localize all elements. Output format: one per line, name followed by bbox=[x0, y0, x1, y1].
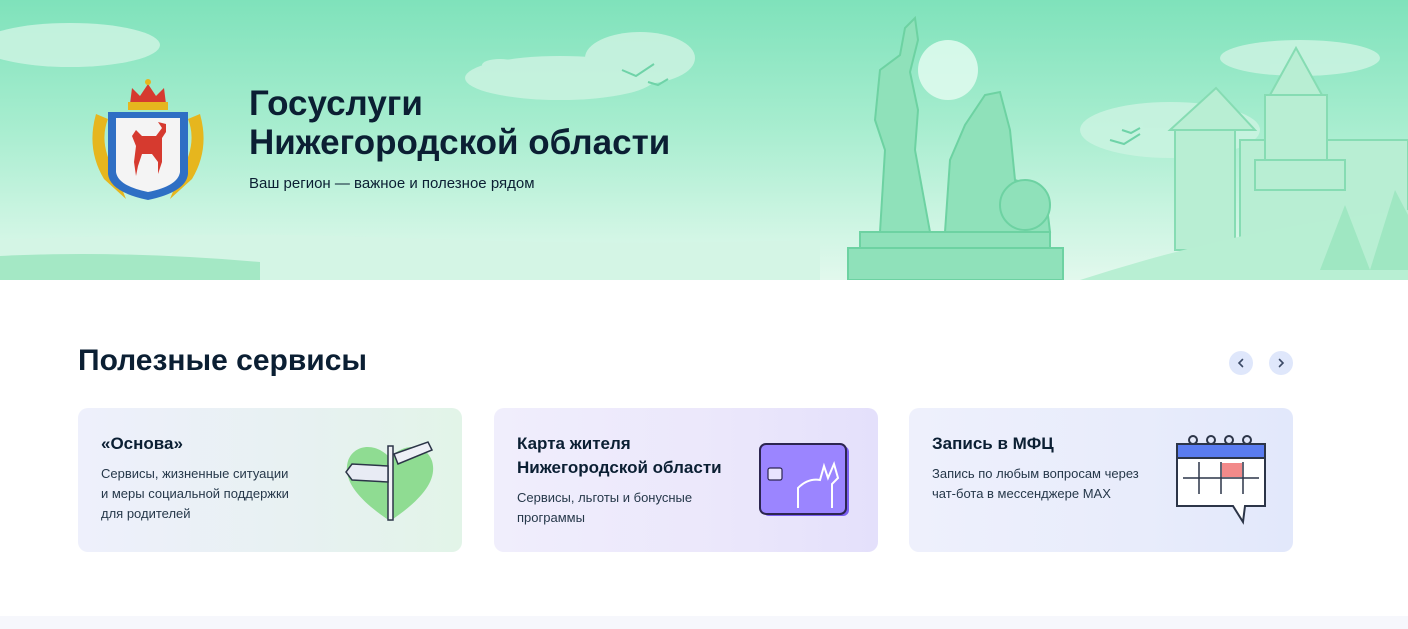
resident-card-icon bbox=[759, 443, 849, 516]
carousel-prev-button[interactable] bbox=[1229, 351, 1253, 375]
service-card-osnova[interactable]: «Основа» Сервисы, жизненные ситуации и м… bbox=[78, 408, 462, 552]
coat-of-arms-icon bbox=[92, 79, 204, 200]
hero-subtitle: Ваш регион — важное и полезное рядом bbox=[249, 175, 535, 192]
hero-title: Госуслуги Нижегородской области bbox=[249, 84, 671, 162]
card-description: Запись по любым вопросам через чат-бота … bbox=[932, 466, 1139, 501]
card-title: «Основа» bbox=[101, 434, 183, 453]
page-footer-strip bbox=[0, 616, 1408, 629]
card-title: Запись в МФЦ bbox=[932, 434, 1054, 453]
section-title: Полезные сервисы bbox=[78, 344, 368, 377]
service-card-resident-card[interactable]: Карта жителя Нижегородской области Серви… bbox=[494, 408, 878, 552]
carousel-next-button[interactable] bbox=[1269, 351, 1293, 375]
hero-illustration bbox=[0, 15, 1408, 280]
chevron-right-icon bbox=[1278, 358, 1285, 368]
signpost-heart-icon bbox=[345, 441, 434, 521]
calendar-chat-icon bbox=[1176, 435, 1266, 525]
hero-banner: Госуслуги Нижегородской области Ваш реги… bbox=[0, 0, 1408, 280]
service-card-mfc[interactable]: Запись в МФЦ Запись по любым вопросам че… bbox=[909, 408, 1293, 552]
card-title: Карта жителя Нижегородской области bbox=[517, 434, 722, 477]
chevron-left-icon bbox=[1237, 358, 1244, 368]
card-description: Сервисы, жизненные ситуации и меры социа… bbox=[101, 466, 289, 521]
card-description: Сервисы, льготы и бонусные программы bbox=[517, 490, 693, 525]
